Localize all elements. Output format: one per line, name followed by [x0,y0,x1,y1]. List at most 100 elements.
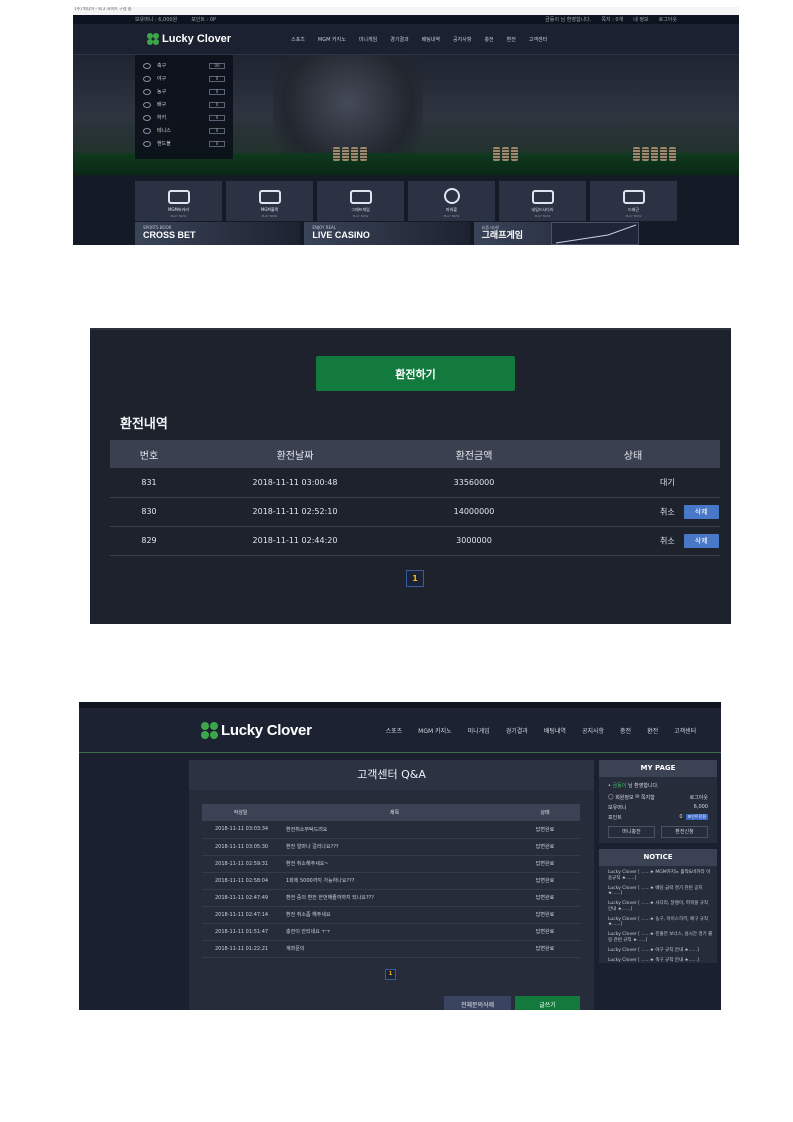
cell-title[interactable]: 환전 취소해주세요~ [279,855,510,873]
write-button[interactable]: 글쓰기 [515,996,580,1010]
sport-count: 00 [209,62,225,69]
exchange-button[interactable]: 환전하기 [316,356,515,391]
table-row: 831 2018-11-11 03:00:48 33560000 대기 [110,468,720,498]
clover-icon [201,721,218,739]
cell-title[interactable]: 환전취소부탁드려요 [279,821,510,839]
menu-charge[interactable]: 충전 [620,726,631,735]
menu-casino[interactable]: MGM 카지노 [418,726,451,735]
delete-button[interactable]: 삭제 [683,533,719,548]
cell-number: 830 [110,497,188,527]
point-convert-button[interactable]: 포인트전환 [685,814,708,820]
table-row[interactable]: 2018-11-11 02:47:14 환전 취소좀 해주세요 답변완료 [202,906,580,924]
ladder-icon [531,190,554,204]
status-text: 취소 [660,507,675,516]
menu-exchange[interactable]: 환전 [507,36,516,43]
delete-button[interactable]: 삭제 [683,504,719,519]
notice-item[interactable]: Lucky Clover [ ......★ MGM카지노 홀짝&바카라 이용규… [608,870,713,881]
notice-item[interactable]: Lucky Clover [ ......★ 야구 규칙 안내 ★......] [608,948,713,954]
qa-title: 고객센터 Q&A [189,760,594,790]
page-button[interactable]: 1 [385,969,396,980]
notes-link[interactable]: 쪽지함 [641,794,655,801]
sport-item[interactable]: 테니스 0 [143,124,225,137]
menu-sports[interactable]: 스포츠 [291,36,305,43]
member-info-link[interactable]: 회원정보 [615,794,633,801]
menu-bets[interactable]: 배팅내역 [544,726,566,735]
sport-item[interactable]: 핸드볼 0 [143,137,225,150]
cell-title[interactable]: 환전 얼마나 걸리나요??? [279,838,510,856]
table-row[interactable]: 2018-11-11 03:05:30 환전 얼마나 걸리나요??? 답변완료 [202,838,580,856]
page-button[interactable]: 1 [406,570,424,587]
cell-title[interactable]: 환전 중의 환전 한번해줄까까지 되나요??? [279,889,510,907]
menu-minigame[interactable]: 미니게임 [468,726,490,735]
sport-label: 농구 [157,89,167,95]
sport-item[interactable]: 배구 0 [143,98,225,111]
game-tile[interactable]: 드래곤 PLAY NOW [590,181,677,221]
site-logo[interactable]: Lucky Clover [147,33,231,45]
sports-sidebar: 축구 00 야구 0 농구 0 배구 0 하키 0 테니스 0 핸드볼 0 [135,55,233,159]
menu-notice[interactable]: 공지사항 [453,36,471,43]
logout-link[interactable]: 로그아웃 [690,794,708,801]
menu-results[interactable]: 경기결과 [390,36,408,43]
menu-minigame[interactable]: 미니게임 [359,36,377,43]
logout-link[interactable]: 로그아웃 [659,16,677,23]
myinfo-link[interactable]: 내 정보 [633,16,648,23]
menu-support[interactable]: 고객센터 [529,36,547,43]
point-row: 포인트 0 포인트전환 [608,812,708,822]
play-label: PLAY NOW [534,214,551,218]
play-label: PLAY NOW [352,214,369,218]
notice-item[interactable]: Lucky Clover [ ......★ 진출전 보너스, 실시간 경기 롤… [608,932,713,943]
col-amount: 환전금액 [402,440,546,468]
table-row[interactable]: 2018-11-11 03:03:34 환전취소부탁드려요 답변완료 [202,821,580,839]
promo-banner[interactable]: ENJOY REAL LIVE CASINO [304,222,470,245]
cell-title[interactable]: 계좌문의 [279,940,510,958]
table-row[interactable]: 2018-11-11 02:59:31 환전 취소해주세요~ 답변완료 [202,855,580,873]
cell-title[interactable]: 충전이 안되네요 ㅜㅜ [279,923,510,941]
sport-label: 야구 [157,76,167,82]
menu-charge[interactable]: 충전 [484,36,493,43]
sport-item[interactable]: 축구 00 [143,59,225,72]
game-tile[interactable]: MGM홀짝 PLAY NOW [226,181,313,221]
notice-item[interactable]: Lucky Clover [ ......★ 사다리, 달팽이, 파워볼 규칙 … [608,901,713,912]
notice-item[interactable]: Lucky Clover [ ......★ 배당 급락 경기 관련 공지 ★.… [608,886,713,897]
menu-exchange[interactable]: 환전 [647,726,658,735]
promo-banner[interactable]: SPORTS BOOK CROSS BET [135,222,301,245]
table-row[interactable]: 2018-11-11 02:47:49 환전 중의 환전 한번해줄까까지 되나요?… [202,889,580,907]
notice-item[interactable]: Lucky Clover [ ......★ 축구 규칙 안내 ★......] [608,958,713,964]
cell-status: 답변완료 [510,872,580,890]
menu-sports[interactable]: 스포츠 [386,726,403,735]
menu-notice[interactable]: 공지사항 [582,726,604,735]
right-sidebar: MY PAGE • 금동이 님 환영합니다. ◯ 회원정보 ✉ 쪽지함 로그아웃… [599,760,717,969]
sport-item[interactable]: 농구 0 [143,85,225,98]
game-tile[interactable]: 그래프게임 PLAY NOW [317,181,404,221]
mail-icon: ✉ [635,794,640,800]
game-tile[interactable]: 파워볼 PLAY NOW [408,181,495,221]
note-link[interactable]: 쪽지 : 0개 [601,16,623,23]
table-row[interactable]: 2018-11-11 01:22:21 계좌문의 답변완료 [202,940,580,958]
logo-text: Lucky Clover [162,33,232,45]
banner-title: LIVE CASINO [312,230,370,240]
money-label: 보유머니 [608,804,627,811]
delete-all-button[interactable]: 전체문의삭제 [444,996,511,1010]
notice-title: NOTICE [599,849,717,866]
menu-bets[interactable]: 배팅내역 [422,36,440,43]
cell-title[interactable]: 1회에 5000까지 가능하나요??? [279,872,510,890]
game-tile[interactable]: MGM바카라 PLAY NOW [135,181,222,221]
table-row[interactable]: 2018-11-11 02:58:04 1회에 5000까지 가능하나요??? 답변… [202,872,580,890]
soccer-icon [143,62,151,69]
utility-bar: 보유머니 : 6,000원 포인트 : 0P 금동이 님 환영합니다. 쪽지 :… [73,15,739,24]
cell-status: 답변완료 [510,855,580,873]
site-logo[interactable]: Lucky Clover [201,721,312,739]
sport-item[interactable]: 하키 0 [143,111,225,124]
table-row: 830 2018-11-11 02:52:10 14000000 취소 삭제 [110,497,720,527]
cell-title[interactable]: 환전 취소좀 해주세요 [279,906,510,924]
menu-casino[interactable]: MGM 카지노 [318,36,346,43]
exchange-request-button[interactable]: 환전신청 [661,826,708,838]
game-tile[interactable]: 네임드사다리 PLAY NOW [499,181,586,221]
sport-item[interactable]: 야구 0 [143,72,225,85]
menu-support[interactable]: 고객센터 [674,726,696,735]
notice-item[interactable]: Lucky Clover [ ......★ 농구, 아이스하키, 배구 규칙 … [608,917,713,928]
play-label: PLAY NOW [443,214,460,218]
menu-results[interactable]: 경기결과 [506,726,528,735]
table-row[interactable]: 2018-11-11 01:51:47 충전이 안되네요 ㅜㅜ 답변완료 [202,923,580,941]
charge-button[interactable]: 머니충전 [608,826,655,838]
